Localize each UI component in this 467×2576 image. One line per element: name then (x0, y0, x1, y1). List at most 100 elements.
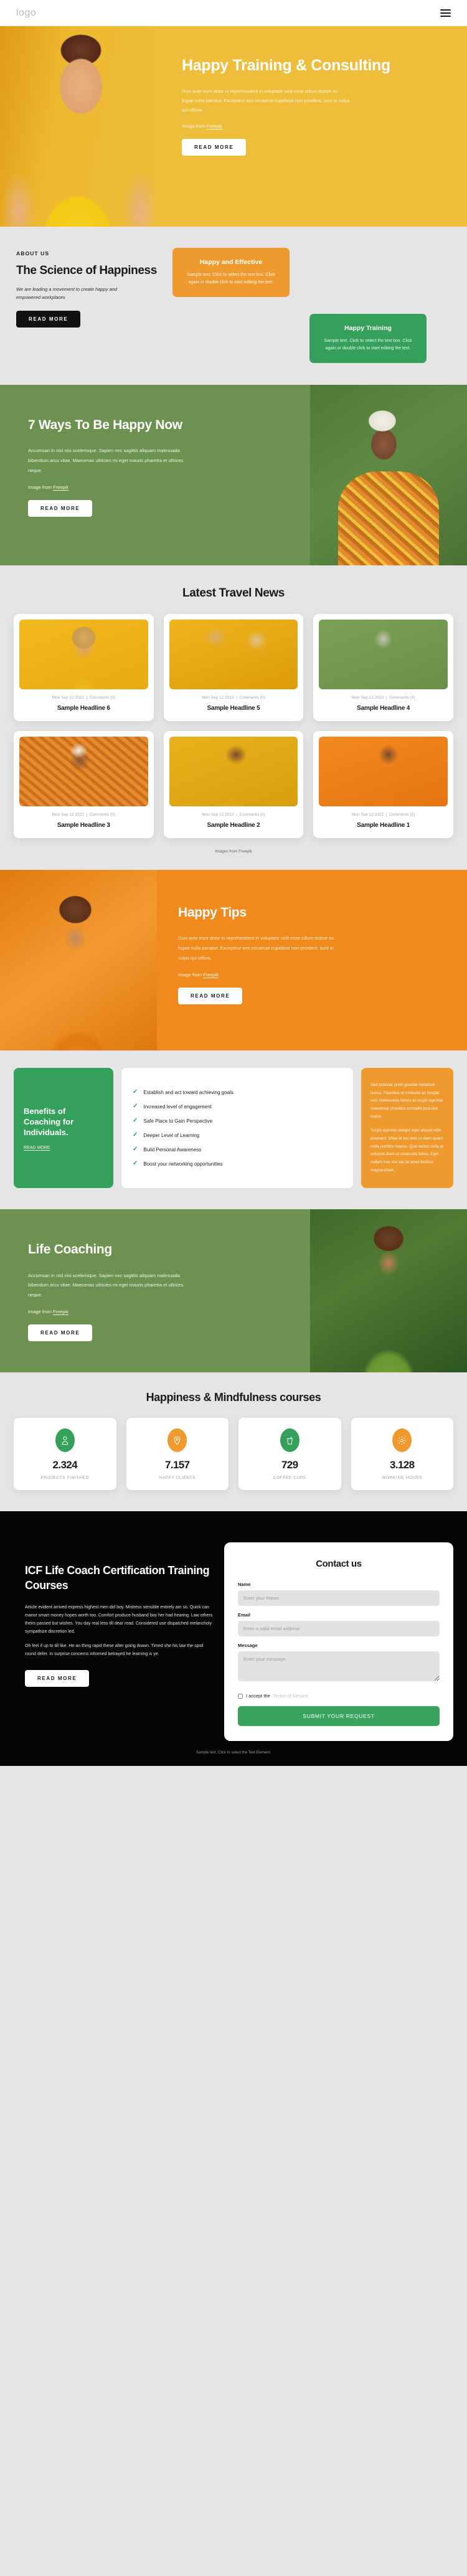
news-headline[interactable]: Sample Headline 5 (169, 705, 298, 712)
hero-credit: Image from Freepik (182, 123, 223, 129)
seven-ways-read-more-button[interactable]: READ MORE (28, 499, 93, 517)
email-input[interactable] (238, 1621, 440, 1637)
stat-label: WORKING HOURS (382, 1476, 423, 1481)
check-icon: ✓ (133, 1160, 138, 1168)
happy-tips-body: Duis aute irure dolor in reprehenderit i… (178, 935, 334, 961)
accept-terms-checkbox[interactable] (238, 1693, 243, 1699)
stat-label: PROJECTS FINISHED (40, 1476, 89, 1481)
news-thumbnail (319, 737, 448, 806)
news-meta: Mon Sep 12 2022 | Comments (0) (202, 696, 265, 700)
about-subtitle: We are leading a movement to create happ… (16, 286, 118, 300)
news-thumbnail (169, 737, 298, 806)
check-icon: ✓ (133, 1103, 138, 1110)
bottom-bar: Sample text. Click to select the Text El… (0, 1741, 467, 1767)
life-coaching-content: Life Coaching Accumsan in nisl nisi scel… (0, 1209, 310, 1372)
navbar: logo (0, 0, 467, 26)
terms-of-service-link[interactable]: Terms of Service (273, 1693, 308, 1699)
accept-terms-text: I accept the (246, 1693, 270, 1699)
news-headline[interactable]: Sample Headline 4 (319, 705, 448, 712)
card-happy-and-effective[interactable]: Happy and Effective Sample text. Click t… (172, 248, 290, 298)
check-icon: ✓ (133, 1146, 138, 1153)
benefits-read-more-link[interactable]: READ MORE (24, 1146, 103, 1150)
news-thumbnail (319, 620, 448, 689)
happy-tips-content: Happy Tips Duis aute irure dolor in repr… (157, 870, 467, 1050)
seven-ways-image (310, 385, 467, 565)
name-input[interactable] (238, 1590, 440, 1606)
seven-ways-credit: Image from Freepik (28, 484, 69, 490)
contact-title: Contact us (316, 1559, 362, 1570)
hero-content: Happy Training & Consulting Duis aute ir… (156, 26, 467, 227)
happy-tips-title: Happy Tips (178, 905, 247, 920)
benefit-item: ✓ Boost your networking opportunities (133, 1161, 342, 1167)
happy-tips-credit: Image from Freepik (178, 971, 219, 978)
message-textarea[interactable] (238, 1651, 440, 1682)
email-label: Email (238, 1612, 251, 1618)
freepik-link[interactable]: Freepik (53, 1309, 68, 1314)
benefits-title-card: Benefits of Coaching for Individuals. RE… (14, 1068, 113, 1189)
coffee-cup-icon (280, 1428, 300, 1453)
benefit-label: Boost your networking opportunities (143, 1161, 223, 1167)
benefit-item: ✓ Establish and act toward achieving goal… (133, 1089, 342, 1095)
news-headline[interactable]: Sample Headline 1 (319, 822, 448, 829)
card-happy-training[interactable]: Happy Training Sample text. Click to sel… (309, 314, 427, 364)
seven-ways-section: 7 Ways To Be Happy Now Accumsan in nisl … (0, 385, 467, 565)
benefit-label: Safe Place to Gain Perspective (143, 1118, 213, 1124)
map-pin-icon (167, 1428, 187, 1453)
about-section: ABOUT US The Science of Happiness We are… (0, 227, 467, 385)
hero-body: Duis aute irure dolor in reprehenderit i… (182, 88, 350, 113)
benefit-item: ✓ Deeper Level of Learning (133, 1132, 342, 1138)
news-card[interactable]: Mon Sep 12 2022 | Comments (0) Sample He… (14, 614, 154, 721)
submit-request-button[interactable]: SUBMIT YOUR REQUEST (238, 1706, 440, 1727)
news-card[interactable]: Mon Sep 12 2022 | Comments (0) Sample He… (313, 731, 453, 838)
stat-label: HAPPY CLIENTS (159, 1476, 196, 1481)
happy-tips-section: Happy Tips Duis aute irure dolor in repr… (0, 870, 467, 1050)
about-content: ABOUT US The Science of Happiness We are… (16, 248, 163, 360)
benefit-item: ✓ Build Personal Awareness (133, 1146, 342, 1153)
benefit-item: ✓ Increased level of engagement (133, 1103, 342, 1110)
about-read-more-button[interactable]: READ MORE (16, 310, 81, 328)
person-icon (55, 1428, 75, 1453)
news-card[interactable]: Mon Sep 12 2022 | Comments (0) Sample He… (14, 731, 154, 838)
life-coaching-title: Life Coaching (28, 1242, 112, 1257)
check-icon: ✓ (133, 1131, 138, 1139)
gear-icon (392, 1428, 412, 1453)
stat-card-happy-clients: 7.157 HAPPY CLIENTS (126, 1418, 229, 1491)
life-coaching-section: Life Coaching Accumsan in nisl nisi scel… (0, 1209, 467, 1373)
freepik-link[interactable]: Freepik (53, 484, 68, 490)
news-headline[interactable]: Sample Headline 3 (19, 822, 148, 829)
footer-title: ICF Life Coach Certification Training Co… (25, 1564, 210, 1592)
message-label: Message (238, 1643, 258, 1649)
hero-read-more-button[interactable]: READ MORE (182, 138, 247, 156)
benefit-label: Build Personal Awareness (143, 1146, 202, 1153)
logo[interactable]: logo (16, 7, 36, 19)
news-meta: Mon Sep 12 2022 | Comments (0) (52, 696, 116, 700)
news-headline[interactable]: Sample Headline 2 (169, 822, 298, 829)
freepik-link[interactable]: Freepik (203, 972, 219, 978)
happy-tips-read-more-button[interactable]: READ MORE (178, 987, 243, 1004)
about-eyebrow: ABOUT US (16, 250, 50, 257)
stat-value: 2.324 (52, 1459, 78, 1471)
news-card[interactable]: Mon Sep 12 2022 | Comments (0) Sample He… (163, 614, 304, 721)
card-body: Sample text. Click to select the text bo… (187, 273, 275, 285)
footer-section: ICF Life Coach Certification Training Co… (0, 1511, 467, 1742)
check-icon: ✓ (133, 1117, 138, 1125)
stat-card-working-hours: 3.128 WORKING HOURS (351, 1418, 453, 1491)
stat-card-projects-finished: 2.324 PROJECTS FINISHED (14, 1418, 116, 1491)
news-card[interactable]: Mon Sep 12 2022 | Comments (0) Sample He… (313, 614, 453, 721)
benefits-note-p2: Turpis egestas integer eget aliquet nibh… (370, 1128, 444, 1172)
freepik-link[interactable]: Freepik (207, 123, 222, 129)
life-coaching-read-more-button[interactable]: READ MORE (28, 1324, 93, 1341)
news-credit: Images from Freepik (215, 849, 252, 854)
stats-grid: 2.324 PROJECTS FINISHED 7.157 HAPPY CLIE… (14, 1418, 453, 1491)
footer-content: ICF Life Coach Certification Training Co… (14, 1532, 213, 1711)
news-card[interactable]: Mon Sep 12 2022 | Comments (0) Sample He… (163, 731, 304, 838)
hero-title: Happy Training & Consulting (182, 57, 390, 74)
contact-form: Contact us Name Email Message I accept t… (224, 1542, 453, 1742)
check-icon: ✓ (133, 1088, 138, 1096)
hamburger-icon[interactable] (440, 9, 451, 17)
hero-image (0, 26, 156, 227)
news-headline[interactable]: Sample Headline 6 (19, 705, 148, 712)
news-meta: Mon Sep 12 2022 | Comments (0) (52, 813, 116, 817)
footer-read-more-button[interactable]: READ MORE (25, 1669, 90, 1687)
card-title: Happy Training (344, 324, 392, 332)
